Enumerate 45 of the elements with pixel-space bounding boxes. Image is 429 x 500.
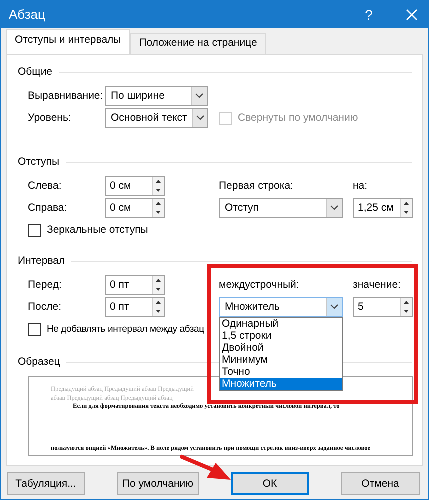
field-label: После: [28,301,62,313]
dialog-button[interactable]: ОК [231,472,309,495]
spinner-field[interactable]: 1,25 см [353,198,413,218]
dropdown-option[interactable]: Минимум [220,354,342,366]
section-title: Общие [18,66,53,78]
dialog-button[interactable]: Табуляция... [7,472,85,495]
dropdown-option[interactable]: Множитель [220,378,342,390]
spinner-field[interactable]: 0 см [105,176,165,196]
dialog-button[interactable]: По умолчанию [117,472,199,495]
dialog-button[interactable]: Отмена [341,472,420,495]
dropdown-field[interactable]: Основной текст [105,108,208,128]
field-label: Выравнивание: [28,90,104,102]
spinner-field[interactable]: 0 см [105,198,165,218]
help-button[interactable]: ? [354,6,384,22]
checkbox-label: Зеркальные отступы [47,224,148,236]
tab[interactable]: Отступы и интервалы [6,29,130,54]
checkbox-label: Не добавлять интервал между абзац [47,324,204,334]
window-title: Абзац [9,7,46,22]
field-label: на: [353,180,368,192]
dropdown-option[interactable]: Одинарный [220,318,342,330]
dropdown-field[interactable]: Отступ [219,198,343,218]
checkbox-label: Свернуты по умолчанию [238,112,358,124]
field-label: междустрочный: [219,279,300,291]
dropdown-option[interactable]: Двойной [220,342,342,354]
spinner-field[interactable]: 0 пт [105,275,165,295]
dropdown-field[interactable]: Множитель [219,297,343,317]
field-label: значение: [353,279,401,291]
section-title: Отступы [18,156,60,168]
checkbox[interactable] [28,322,41,336]
field-label: Перед: [28,279,63,291]
close-icon[interactable] [406,8,418,20]
field-label: Слева: [28,180,63,192]
field-label: Первая строка: [219,180,294,192]
tab[interactable]: Положение на странице [130,33,266,54]
field-label: Уровень: [28,112,72,124]
annotation-arrow [180,455,231,480]
spinner-field[interactable]: 0 пт [105,297,165,317]
spinner-field[interactable]: 5 [353,297,413,317]
field-label: Справа: [28,202,68,214]
dropdown-field[interactable]: По ширине [105,86,208,106]
dropdown-option[interactable]: Точно [220,366,342,378]
section-title: Образец [18,356,60,368]
checkbox[interactable] [28,224,41,236]
dropdown-option[interactable]: 1,5 строки [220,330,342,342]
section-title: Интервал [18,255,66,267]
